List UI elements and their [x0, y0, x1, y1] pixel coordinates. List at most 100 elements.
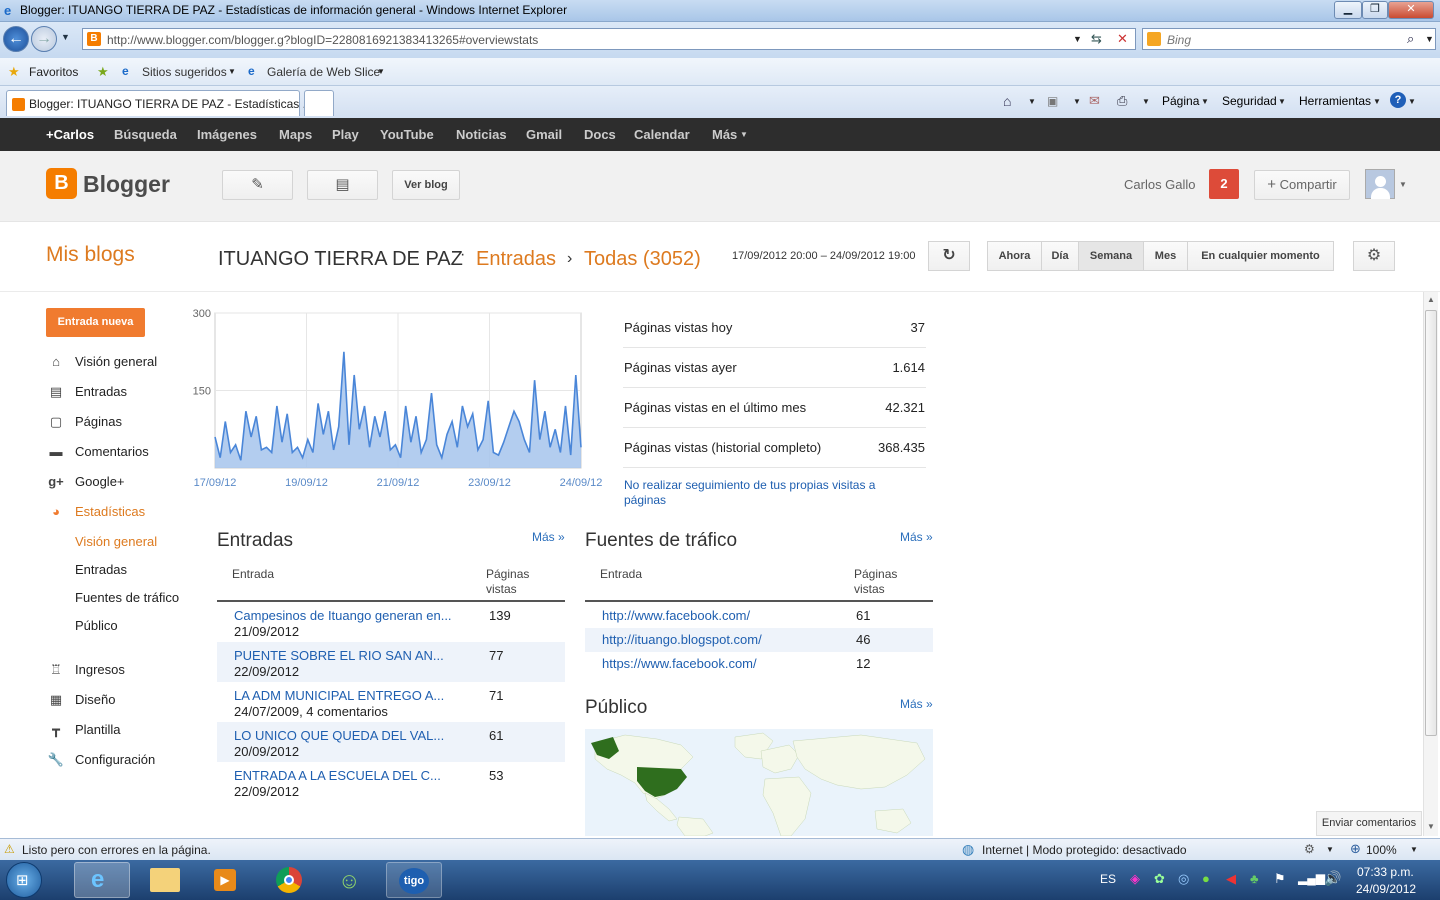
post-title-link[interactable]: PUENTE SOBRE EL RIO SAN AN...: [234, 648, 444, 663]
search-box[interactable]: Bing ⌕ ▼: [1142, 28, 1436, 50]
post-row[interactable]: LO UNICO QUE QUEDA DEL VAL... 20/09/2012…: [217, 722, 565, 762]
sidebar-item-template[interactable]: ┳ Plantilla: [46, 722, 120, 738]
gbar-more[interactable]: Más: [712, 127, 737, 142]
stats-sub-posts[interactable]: Entradas: [75, 562, 127, 577]
tray-icon-4[interactable]: ●: [1202, 871, 1210, 886]
sidebar-item-comments[interactable]: ▬ Comentarios: [46, 444, 149, 459]
gbar-gmail[interactable]: Gmail: [526, 127, 562, 142]
sidebar-item-overview[interactable]: ⌂ Visión general: [46, 354, 157, 369]
new-post-pencil-button[interactable]: ✎: [222, 170, 293, 200]
tray-icon-5[interactable]: ◀: [1226, 871, 1236, 887]
close-window-button[interactable]: ✕: [1388, 1, 1434, 19]
avatar[interactable]: [1365, 169, 1395, 199]
tab-blogger[interactable]: Blogger: ITUANGO TIERRA DE PAZ - Estadís…: [6, 90, 313, 116]
scrollbar-thumb[interactable]: [1425, 310, 1437, 736]
clock-date[interactable]: 24/09/2012: [1356, 882, 1416, 896]
taskbar-media-button[interactable]: ▶: [198, 862, 254, 898]
share-button[interactable]: + Compartir: [1254, 170, 1350, 200]
add-favorite-icon[interactable]: ★: [97, 64, 109, 80]
gbar-calendar[interactable]: Calendar: [634, 127, 690, 142]
filter-link[interactable]: Todas (3052): [584, 248, 701, 271]
range-week[interactable]: Semana: [1078, 241, 1144, 271]
stats-sub-traffic[interactable]: Fuentes de tráfico: [75, 590, 179, 605]
suggested-sites-link[interactable]: Sitios sugeridos: [142, 65, 227, 79]
traffic-more-link[interactable]: Más »: [900, 530, 933, 544]
home-dropdown-icon[interactable]: ▼: [1028, 97, 1036, 106]
forward-button[interactable]: →: [31, 26, 57, 52]
traffic-row[interactable]: http://www.facebook.com/ 61: [585, 604, 933, 628]
action-center-flag-icon[interactable]: ⚑: [1274, 871, 1286, 887]
range-month[interactable]: Mes: [1143, 241, 1188, 271]
suggested-dropdown-icon[interactable]: ▼: [228, 67, 236, 76]
favorites-button[interactable]: Favoritos: [29, 65, 78, 79]
gbar-youtube[interactable]: YouTube: [380, 127, 434, 142]
webslice-dropdown-icon[interactable]: ▼: [377, 67, 385, 76]
traffic-url-link[interactable]: http://www.facebook.com/: [602, 608, 750, 623]
posts-list-button[interactable]: ▤: [307, 170, 378, 200]
notifications-badge[interactable]: 2: [1209, 169, 1239, 199]
help-icon[interactable]: ?: [1390, 92, 1406, 108]
security-dropdown-icon[interactable]: ▼: [1278, 97, 1286, 106]
input-language[interactable]: ES: [1100, 872, 1116, 886]
minimize-button[interactable]: ▁: [1334, 1, 1362, 19]
volume-icon[interactable]: 🔊: [1324, 870, 1341, 887]
sidebar-item-pages[interactable]: ▢ Páginas: [46, 414, 122, 430]
scroll-down-icon[interactable]: ▼: [1427, 822, 1435, 831]
gbar-images[interactable]: Imágenes: [197, 127, 257, 142]
sidebar-item-stats[interactable]: ◕ Estadísticas: [46, 504, 145, 519]
search-input[interactable]: Bing: [1167, 33, 1191, 47]
search-dropdown-icon[interactable]: ▼: [1425, 34, 1434, 44]
blog-name[interactable]: ITUANGO TIERRA DE PAZ: [218, 248, 463, 271]
tray-icon-1[interactable]: ◈: [1130, 871, 1140, 887]
post-row[interactable]: ENTRADA A LA ESCUELA DEL C... 22/09/2012…: [217, 762, 565, 802]
mail-icon[interactable]: ✉: [1089, 93, 1100, 109]
traffic-url-link[interactable]: http://ituango.blogspot.com/: [602, 632, 762, 647]
taskbar-ie-button[interactable]: e: [74, 862, 130, 898]
gbar-search[interactable]: Búsqueda: [114, 127, 177, 142]
maximize-button[interactable]: ❐: [1362, 1, 1388, 19]
new-tab-button[interactable]: [304, 90, 334, 116]
tray-icon-3[interactable]: ◎: [1178, 871, 1189, 887]
feedback-button[interactable]: Enviar comentarios: [1316, 811, 1422, 836]
zoom-dropdown-icon[interactable]: ▼: [1410, 845, 1418, 854]
gbar-docs[interactable]: Docs: [584, 127, 616, 142]
feeds-dropdown-icon[interactable]: ▼: [1073, 97, 1081, 106]
page-dropdown-icon[interactable]: ▼: [1201, 97, 1209, 106]
tools-menu[interactable]: Herramientas: [1299, 94, 1371, 108]
stop-icon[interactable]: ✕: [1117, 31, 1128, 47]
page-menu[interactable]: Página: [1162, 94, 1199, 108]
address-bar[interactable]: B http://www.blogger.com/blogger.g?blogI…: [82, 28, 1136, 50]
view-blog-button[interactable]: Ver blog: [392, 170, 460, 200]
history-dropdown-icon[interactable]: ▼: [61, 32, 70, 42]
traffic-row[interactable]: https://www.facebook.com/ 12: [585, 652, 933, 676]
clock-time[interactable]: 07:33 p.m.: [1357, 865, 1414, 879]
tray-icon-2[interactable]: ✿: [1154, 871, 1165, 887]
address-dropdown-icon[interactable]: ▼: [1073, 34, 1082, 44]
start-button[interactable]: ⊞: [6, 862, 42, 898]
refresh-button[interactable]: ↻: [928, 241, 970, 271]
gbar-news[interactable]: Noticias: [456, 127, 507, 142]
range-now[interactable]: Ahora: [987, 241, 1042, 271]
taskbar-explorer-button[interactable]: [138, 862, 194, 898]
compat-view-icon[interactable]: ⇆: [1091, 31, 1102, 47]
range-all-time[interactable]: En cualquier momento: [1187, 241, 1334, 271]
webslice-link[interactable]: Galería de Web Slice: [267, 65, 380, 79]
print-icon[interactable]: ⎙: [1117, 93, 1127, 109]
sidebar-item-googleplus[interactable]: g+ Google+: [46, 474, 124, 489]
audience-more-link[interactable]: Más »: [900, 697, 933, 711]
sidebar-item-posts[interactable]: ▤ Entradas: [46, 384, 127, 400]
protection-dropdown-icon[interactable]: ▼: [1326, 845, 1334, 854]
sidebar-item-earnings[interactable]: ♖ Ingresos: [46, 662, 125, 678]
gbar-play[interactable]: Play: [332, 127, 359, 142]
audience-world-map[interactable]: [585, 729, 933, 836]
post-title-link[interactable]: LA ADM MUNICIPAL ENTREGO A...: [234, 688, 444, 703]
post-row[interactable]: LA ADM MUNICIPAL ENTREGO A... 24/07/2009…: [217, 682, 565, 722]
feeds-icon[interactable]: ▣: [1047, 94, 1058, 108]
zoom-level[interactable]: 100%: [1366, 843, 1397, 857]
taskbar-messenger-button[interactable]: ☺: [324, 862, 380, 898]
post-row[interactable]: PUENTE SOBRE EL RIO SAN AN... 22/09/2012…: [217, 642, 565, 682]
post-title-link[interactable]: Campesinos de Ituango generan en...: [234, 608, 452, 623]
my-blogs-link[interactable]: Mis blogs: [46, 243, 135, 267]
tools-dropdown-icon[interactable]: ▼: [1373, 97, 1381, 106]
traffic-url-link[interactable]: https://www.facebook.com/: [602, 656, 757, 671]
